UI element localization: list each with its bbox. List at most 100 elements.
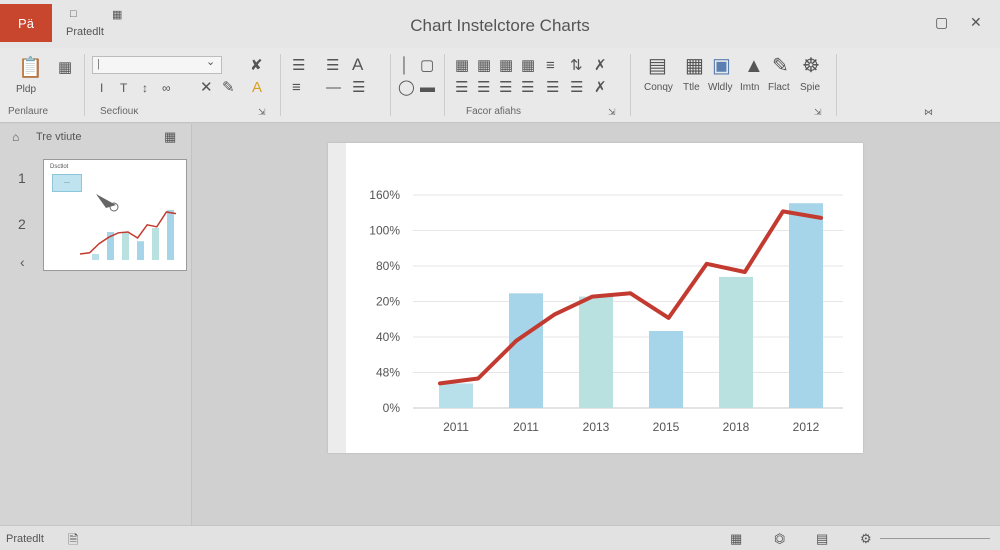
spacing-icon[interactable]: ∞	[162, 82, 171, 94]
panel-header: ⌂ Tre vtiute ▦	[0, 124, 192, 148]
clear-format-icon[interactable]: ✘	[250, 58, 263, 73]
italic-icon[interactable]: I	[100, 82, 103, 94]
line-spacing-icon[interactable]: —	[326, 80, 341, 95]
cell-icon[interactable]: ☰	[521, 80, 534, 95]
thumb-bar	[92, 254, 99, 260]
thumb-bar	[137, 241, 144, 260]
effect-button[interactable]: Flact	[768, 82, 790, 93]
bar[interactable]	[789, 203, 823, 408]
ribbon-separator	[84, 54, 85, 116]
image-icon[interactable]: ▲	[744, 56, 764, 76]
dialog-launcher-icon[interactable]: ⇲	[608, 107, 616, 118]
shape-box-icon[interactable]: ▢	[420, 58, 434, 73]
slideshow-icon[interactable]: ⚙	[860, 531, 872, 547]
panel-header-label: Tre vtiute	[36, 131, 82, 143]
merge-icon[interactable]: ▦	[499, 58, 513, 73]
text-direction-icon[interactable]: A	[352, 56, 363, 73]
bar[interactable]	[509, 293, 543, 408]
status-text: Pratedlt	[6, 533, 44, 545]
layout-icon[interactable]: ≡	[546, 58, 555, 73]
wizard-button[interactable]: Wldly	[708, 82, 732, 93]
wizard-icon[interactable]: ▣	[712, 56, 731, 76]
y-tick-label: 160%	[369, 188, 400, 202]
spike-button[interactable]: Spie	[800, 82, 820, 93]
copy-button[interactable]: Conqy	[644, 82, 673, 93]
font-name-input[interactable]: |	[92, 56, 222, 74]
y-tick-label: 80%	[376, 259, 400, 273]
x-tick-label: 2013	[583, 420, 610, 434]
bar[interactable]	[579, 296, 613, 408]
cols-icon[interactable]: ☰	[477, 80, 490, 95]
shape-circle-icon[interactable]: ◯	[398, 80, 415, 95]
shading-icon[interactable]: ☰	[570, 80, 583, 95]
y-tick-label: 0%	[383, 401, 401, 415]
ribbon-separator	[444, 54, 445, 116]
title-bar: Pä □ ▦ Pratedlt Chart Instelctore Charts…	[0, 0, 1000, 48]
spike-icon[interactable]: ☸	[802, 56, 820, 76]
reading-view-icon[interactable]: ▤	[816, 531, 828, 547]
paste-icon[interactable]: 📋	[18, 58, 43, 78]
bar[interactable]	[649, 330, 683, 408]
grid-view-icon[interactable]: ▦	[164, 129, 176, 145]
dialog-launcher-icon[interactable]: ⇲	[258, 107, 266, 118]
font-color-icon[interactable]: A	[252, 80, 262, 95]
image-button[interactable]: Imtn	[740, 82, 759, 93]
remove-icon[interactable]: ✕	[200, 80, 213, 95]
wand-icon[interactable]: ✗	[594, 80, 607, 95]
x-tick-label: 2011	[443, 420, 469, 434]
indent-icon[interactable]: ≡	[292, 80, 301, 95]
slide-thumbnail[interactable]: Dsctlot −−	[43, 159, 187, 271]
split-icon[interactable]: ▦	[521, 58, 535, 73]
dialog-launcher-icon[interactable]: ⇲	[814, 107, 822, 118]
effect-icon[interactable]: ✎	[772, 56, 789, 76]
paste-label: Pldp	[16, 84, 37, 95]
table-icon[interactable]: ▦	[455, 58, 469, 73]
rows-icon[interactable]: ☰	[455, 80, 468, 95]
thumb-title: Dsctlot	[50, 164, 69, 170]
home-icon[interactable]: ⌂	[12, 130, 19, 144]
arrange-icon[interactable]: ▬	[420, 80, 435, 95]
highlight-icon[interactable]: ✎	[222, 80, 235, 95]
chart[interactable]: 0% 48% 40% 20% 80% 100% 160% 2011 2011 2013 2015 2…	[328, 143, 863, 453]
x-tick-label: 2018	[723, 420, 750, 434]
strikethrough-icon[interactable]: T	[120, 82, 127, 94]
shape-line-icon[interactable]: │	[400, 58, 409, 73]
copy-icon[interactable]: ▤	[648, 56, 667, 76]
collapse-icon[interactable]: ‹	[20, 254, 25, 270]
slide-sorter-icon[interactable]: ⏣	[774, 531, 785, 547]
slide-number: 2	[18, 216, 26, 232]
thumb-bar	[122, 232, 129, 260]
close-button[interactable]: ✕	[970, 14, 982, 31]
title-icon[interactable]: ▦	[685, 56, 704, 76]
distribute-icon[interactable]: ☰	[499, 80, 512, 95]
bar[interactable]	[439, 383, 473, 408]
zoom-slider[interactable]	[880, 538, 990, 539]
slide[interactable]: 0% 48% 40% 20% 80% 100% 160% 2011 2011 2013 2015 2…	[328, 143, 863, 453]
normal-view-icon[interactable]: ▦	[730, 531, 742, 547]
ribbon: 📋 Pldp ▦ | ⌄ ✘ I T ↕ ∞ ✕ ✎ A ☰ ☰ A ≡ — ☰…	[0, 48, 1000, 123]
y-tick-label: 20%	[376, 295, 400, 309]
ribbon-separator	[390, 54, 391, 116]
maximize-button[interactable]: ▢	[935, 14, 948, 31]
sort-icon[interactable]: ⇅	[570, 58, 583, 73]
x-tick-label: 2011	[513, 420, 539, 434]
grid-icon[interactable]: ▦	[477, 58, 491, 73]
border-icon[interactable]: ☰	[546, 80, 559, 95]
chevron-down-icon[interactable]: ⌄	[206, 57, 215, 68]
group-label-font: Secfiouĸ	[100, 106, 139, 117]
columns-icon[interactable]: ☰	[352, 80, 365, 95]
title-button[interactable]: Ttle	[683, 82, 700, 93]
tools-icon[interactable]: ✗	[594, 58, 607, 73]
collapse-ribbon-icon[interactable]: ⋈	[924, 107, 933, 118]
ribbon-separator	[280, 54, 281, 116]
text-shadow-icon[interactable]: ↕	[142, 82, 148, 94]
format-painter-icon[interactable]: ▦	[58, 60, 72, 75]
trend-line[interactable]	[438, 209, 823, 386]
x-tick-label: 2012	[793, 420, 820, 434]
slide-number: 1	[18, 170, 26, 186]
x-tick-label: 2015	[653, 420, 680, 434]
bar[interactable]	[719, 276, 753, 408]
notes-icon[interactable]: 🗎	[68, 531, 78, 550]
bullets-icon[interactable]: ☰	[292, 58, 305, 73]
align-icon[interactable]: ☰	[326, 58, 339, 73]
